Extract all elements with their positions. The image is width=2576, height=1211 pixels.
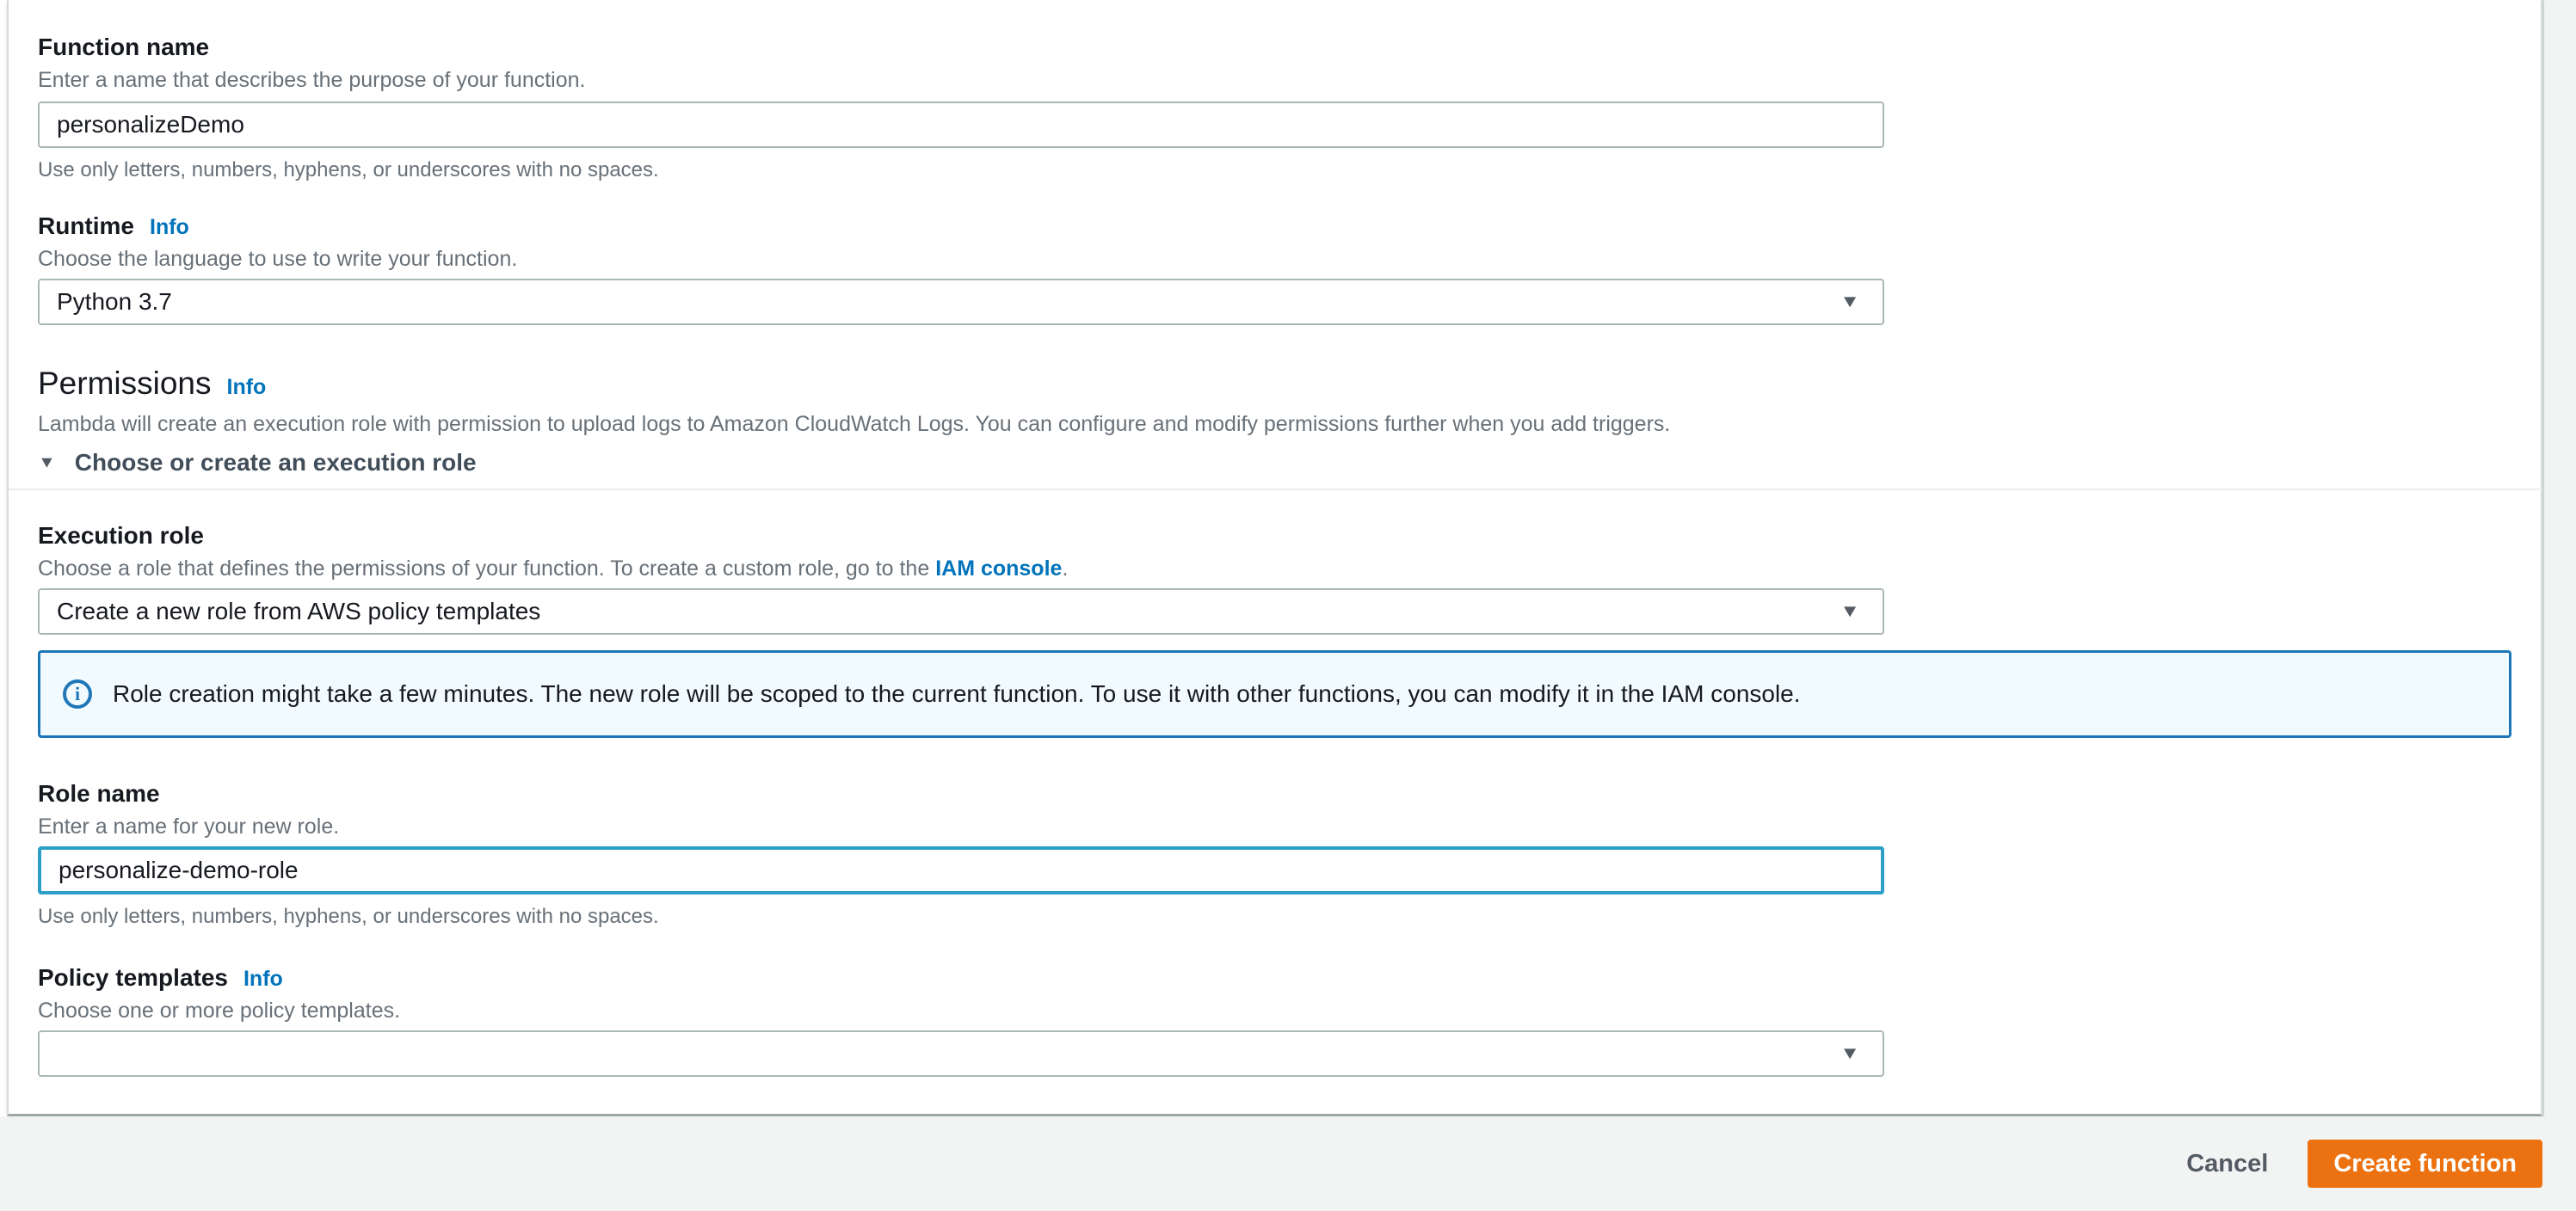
policy-templates-info-link[interactable]: Info <box>243 967 283 992</box>
create-function-button[interactable]: Create function <box>2308 1140 2542 1188</box>
role-name-constraint: Use only letters, numbers, hyphens, or u… <box>38 905 659 928</box>
permissions-description: Lambda will create an execution role wit… <box>38 412 1671 436</box>
runtime-description: Choose the language to use to write your… <box>38 247 518 271</box>
expander-triangle-icon: ▼ <box>38 453 56 471</box>
panel-content: Function name Enter a name that describe… <box>9 0 2542 1077</box>
dropdown-arrow-icon: ▼ <box>1840 1043 1860 1064</box>
execution-role-select-value: Create a new role from AWS policy templa… <box>57 598 541 624</box>
function-name-input[interactable] <box>38 101 1884 148</box>
policy-templates-description: Choose one or more policy templates. <box>38 999 401 1023</box>
permissions-info-link[interactable]: Info <box>227 375 267 400</box>
iam-console-link[interactable]: IAM console <box>935 556 1062 581</box>
role-creation-alert: i Role creation might take a few minutes… <box>38 650 2511 738</box>
dropdown-arrow-icon: ▼ <box>1840 292 1860 312</box>
role-creation-alert-text: Role creation might take a few minutes. … <box>113 680 1801 707</box>
runtime-info-link[interactable]: Info <box>150 215 189 240</box>
execution-role-expander[interactable]: ▼ Choose or create an execution role <box>38 449 2541 476</box>
function-name-constraint: Use only letters, numbers, hyphens, or u… <box>38 158 659 181</box>
policy-templates-select[interactable]: ▼ <box>38 1030 1884 1077</box>
execution-role-description-prefix: Choose a role that defines the permissio… <box>38 556 936 581</box>
policy-templates-label: Policy templates <box>38 964 228 991</box>
execution-role-expander-label: Choose or create an execution role <box>74 449 477 476</box>
permissions-heading: Permissions <box>38 366 212 401</box>
page-right-gutter <box>2542 0 2576 1116</box>
basic-information-panel: Function name Enter a name that describe… <box>7 0 2542 1116</box>
function-name-description: Enter a name that describes the purpose … <box>38 68 586 92</box>
execution-role-select[interactable]: Create a new role from AWS policy templa… <box>38 588 1884 635</box>
role-name-input[interactable] <box>38 846 1884 894</box>
cancel-button[interactable]: Cancel <box>2186 1150 2268 1178</box>
function-name-label: Function name <box>38 34 210 60</box>
role-name-description: Enter a name for your new role. <box>38 815 340 839</box>
runtime-select[interactable]: Python 3.7 ▼ <box>38 279 1884 325</box>
footer-action-bar: Cancel Create function <box>0 1116 2576 1211</box>
role-name-label: Role name <box>38 780 160 807</box>
info-circle-icon: i <box>63 679 92 709</box>
execution-role-description: Choose a role that defines the permissio… <box>38 556 2541 581</box>
section-divider <box>9 489 2542 490</box>
runtime-select-value: Python 3.7 <box>57 288 172 315</box>
execution-role-description-suffix: . <box>1062 556 1069 581</box>
runtime-label: Runtime <box>38 212 134 239</box>
execution-role-label: Execution role <box>38 522 204 549</box>
dropdown-arrow-icon: ▼ <box>1840 601 1860 622</box>
